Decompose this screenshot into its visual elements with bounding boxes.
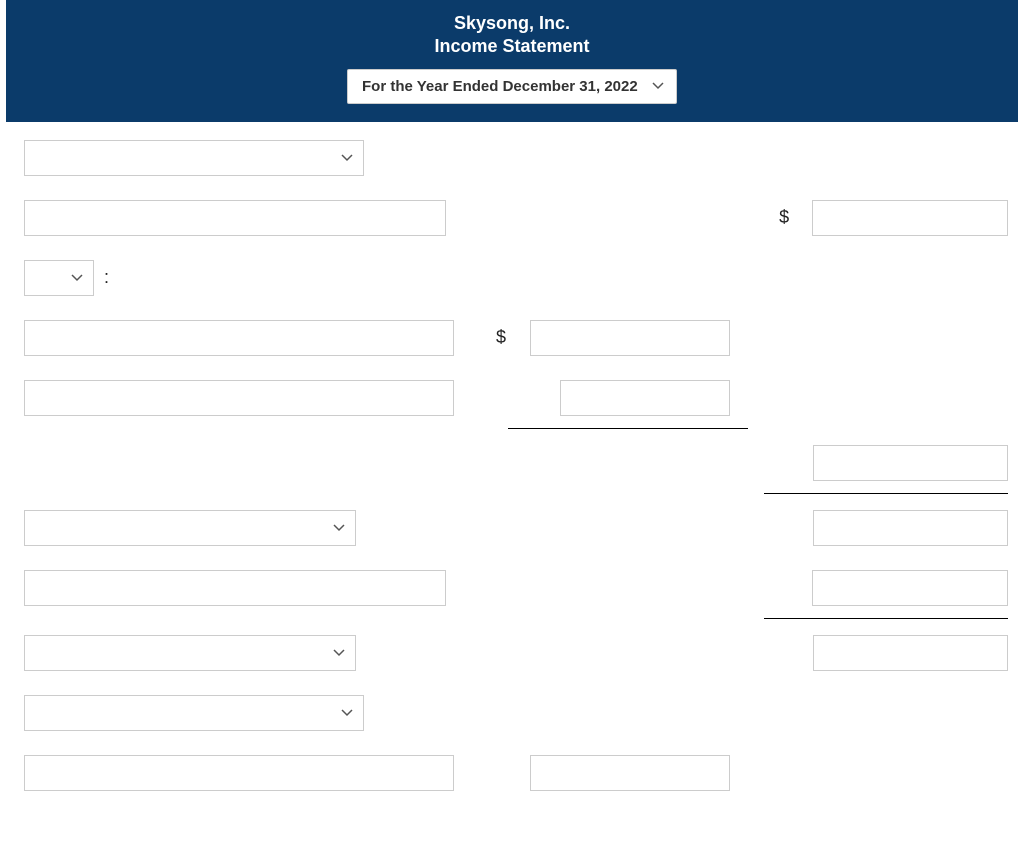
row-4: $ <box>24 320 1008 356</box>
row-3: : <box>24 260 1008 296</box>
row-5-text[interactable] <box>24 380 454 416</box>
colon: : <box>104 267 109 288</box>
row-6-amount[interactable] <box>813 445 1008 481</box>
currency-symbol: $ <box>496 327 506 348</box>
row-8-amount[interactable] <box>812 570 1008 606</box>
row-10 <box>24 695 1008 731</box>
row-2-amount[interactable] <box>812 200 1008 236</box>
period-select[interactable]: For the Year Ended December 31, 2022 <box>347 69 677 104</box>
row-11-text[interactable] <box>24 755 454 791</box>
row-8 <box>24 570 1008 606</box>
row-11-amount[interactable] <box>530 755 730 791</box>
row-1-select[interactable] <box>24 140 364 176</box>
row-7-select[interactable] <box>24 510 356 546</box>
row-5 <box>24 380 1008 416</box>
row-1 <box>24 140 1008 176</box>
row-8-text[interactable] <box>24 570 446 606</box>
row-7-amount[interactable] <box>813 510 1008 546</box>
row-9 <box>24 635 1008 671</box>
statement-header: Skysong, Inc. Income Statement For the Y… <box>6 0 1018 122</box>
row-11 <box>24 755 1008 791</box>
row-9-amount[interactable] <box>813 635 1008 671</box>
statement-title: Income Statement <box>6 35 1018 58</box>
currency-symbol: $ <box>779 207 789 228</box>
subtotal-rule-mid <box>508 428 748 429</box>
row-2: $ <box>24 200 1008 236</box>
subtotal-rule-right-2 <box>764 618 1008 619</box>
statement-body: $ : $ <box>6 140 1018 791</box>
row-3-select[interactable] <box>24 260 94 296</box>
row-4-text[interactable] <box>24 320 454 356</box>
row-10-select[interactable] <box>24 695 364 731</box>
subtotal-rule-right-1 <box>764 493 1008 494</box>
company-name: Skysong, Inc. <box>6 12 1018 35</box>
row-2-text[interactable] <box>24 200 446 236</box>
row-5-amount[interactable] <box>560 380 730 416</box>
row-9-select[interactable] <box>24 635 356 671</box>
row-7 <box>24 510 1008 546</box>
row-4-amount[interactable] <box>530 320 730 356</box>
row-6 <box>24 445 1008 481</box>
